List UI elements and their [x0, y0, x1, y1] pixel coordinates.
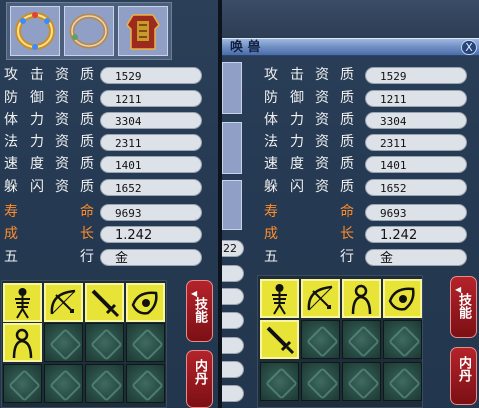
eye-icon: [388, 287, 415, 311]
stat-value-dodge: 1652: [100, 179, 202, 196]
stat-label-life: 寿命: [4, 204, 94, 220]
peek-equipment-armor: [222, 180, 242, 230]
peek-equipment-ring: [222, 62, 242, 114]
stat-label-attack: 攻击资质: [264, 67, 354, 83]
stat-label-defense: 防御资质: [4, 90, 94, 106]
stat-label-life: 寿命: [264, 204, 354, 220]
stat-value-defense: 1211: [100, 90, 202, 107]
stat-value-defense: 1211: [365, 90, 467, 107]
equipment-frame: [6, 2, 172, 60]
stat-value-element: 金: [365, 249, 467, 266]
equipment-slot-armor[interactable]: [118, 6, 168, 56]
stat-value-life: 9693: [100, 204, 202, 221]
peek-pill-2: [222, 288, 244, 305]
pet-attributes-panel-right: 唤 兽 X 22 攻击资质 1529 防御资质 1211 体力资质 3304 法…: [222, 0, 479, 408]
peek-equipment-bracelet: [222, 122, 242, 174]
peek-pill-1: [222, 265, 244, 282]
skill-slot-1[interactable]: [3, 283, 42, 322]
window-title: 唤 兽: [230, 40, 261, 55]
skill-slot-10[interactable]: [301, 362, 340, 401]
skills-tab-button-left[interactable]: ◀ 技能: [186, 280, 213, 342]
equipment-slot-ring[interactable]: [10, 6, 60, 56]
skeleton-icon: [15, 288, 30, 319]
stat-value-attack: 1529: [100, 67, 202, 84]
skill-slot-3[interactable]: [342, 279, 381, 318]
stat-value-mana: 2311: [365, 134, 467, 151]
armor-icon: [126, 14, 160, 50]
skill-slot-6[interactable]: [301, 320, 340, 359]
shadow-figure-icon: [12, 328, 33, 359]
skill-slot-8[interactable]: [126, 323, 165, 362]
peek-pill-4: [222, 337, 244, 354]
stat-value-speed: 1401: [365, 156, 467, 173]
stat-label-element: 五行: [4, 249, 94, 265]
stat-label-attack: 攻击资质: [4, 67, 94, 83]
left-arrow-icon: ◀: [191, 289, 198, 298]
peek-pill-6: [222, 385, 244, 402]
stat-label-element: 五行: [264, 249, 354, 265]
stat-value-speed: 1401: [100, 156, 202, 173]
skeleton-icon: [272, 284, 287, 315]
peek-value: 22: [222, 240, 244, 257]
neidan-tab-button-left[interactable]: 内丹: [186, 350, 213, 408]
skill-slot-4[interactable]: [383, 279, 422, 318]
stat-label-speed: 速度资质: [4, 156, 94, 172]
pet-attributes-panel-left: 攻击资质 1529 防御资质 1211 体力资质 3304 法力资质 2311 …: [0, 0, 218, 408]
peek-pill-5: [222, 361, 244, 378]
skill-slot-1[interactable]: [260, 279, 299, 318]
bow-icon: [307, 285, 333, 311]
skill-slot-12[interactable]: [126, 364, 165, 403]
skill-slot-2[interactable]: [301, 279, 340, 318]
bow-icon: [50, 289, 76, 315]
silver-bracelet-icon: [69, 13, 109, 49]
equipment-slot-bracelet[interactable]: [64, 6, 114, 56]
skill-slot-9[interactable]: [260, 362, 299, 401]
sword-icon: [266, 326, 295, 355]
stat-value-growth: 1.242: [365, 226, 467, 243]
skill-slot-7[interactable]: [342, 320, 381, 359]
skill-slot-10[interactable]: [44, 364, 83, 403]
skill-slot-9[interactable]: [3, 364, 42, 403]
skill-slot-12[interactable]: [383, 362, 422, 401]
stat-label-mana: 法力资质: [264, 134, 354, 150]
stat-label-stamina: 体力资质: [264, 112, 354, 128]
stat-label-defense: 防御资质: [264, 90, 354, 106]
stat-label-speed: 速度资质: [264, 156, 354, 172]
stat-value-element: 金: [100, 249, 202, 266]
stat-value-attack: 1529: [365, 67, 467, 84]
stat-value-mana: 2311: [100, 134, 202, 151]
stat-value-life: 9693: [365, 204, 467, 221]
stat-value-dodge: 1652: [365, 179, 467, 196]
background-strip: [222, 0, 479, 38]
stat-label-dodge: 躲闪资质: [4, 179, 94, 195]
skill-slot-5[interactable]: [260, 320, 299, 359]
eye-icon: [131, 291, 158, 315]
gold-ring-icon: [15, 12, 55, 50]
stat-label-dodge: 躲闪资质: [264, 179, 354, 195]
stat-label-stamina: 体力资质: [4, 112, 94, 128]
skill-slot-11[interactable]: [85, 364, 124, 403]
skill-slot-3[interactable]: [85, 283, 124, 322]
stat-value-stamina: 3304: [100, 112, 202, 129]
stat-label-mana: 法力资质: [4, 134, 94, 150]
close-icon[interactable]: X: [461, 40, 477, 55]
skill-slot-5[interactable]: [3, 323, 42, 362]
sword-icon: [91, 289, 120, 318]
skill-slot-8[interactable]: [383, 320, 422, 359]
skill-slot-7[interactable]: [85, 323, 124, 362]
stat-value-growth: 1.242: [100, 226, 202, 243]
window-titlebar[interactable]: 唤 兽 X: [222, 38, 479, 56]
neidan-tab-button-right[interactable]: 内丹: [450, 347, 477, 405]
skill-slot-4[interactable]: [126, 283, 165, 322]
shadow-figure-icon: [351, 284, 372, 315]
skill-slot-6[interactable]: [44, 323, 83, 362]
skill-slot-2[interactable]: [44, 283, 83, 322]
stat-label-growth: 成长: [4, 226, 94, 242]
stat-value-stamina: 3304: [365, 112, 467, 129]
skill-slot-11[interactable]: [342, 362, 381, 401]
left-arrow-icon: ◀: [455, 285, 462, 294]
peek-pill-3: [222, 312, 244, 329]
stat-label-growth: 成长: [264, 226, 354, 242]
skills-tab-button-right[interactable]: ◀ 技能: [450, 276, 477, 338]
